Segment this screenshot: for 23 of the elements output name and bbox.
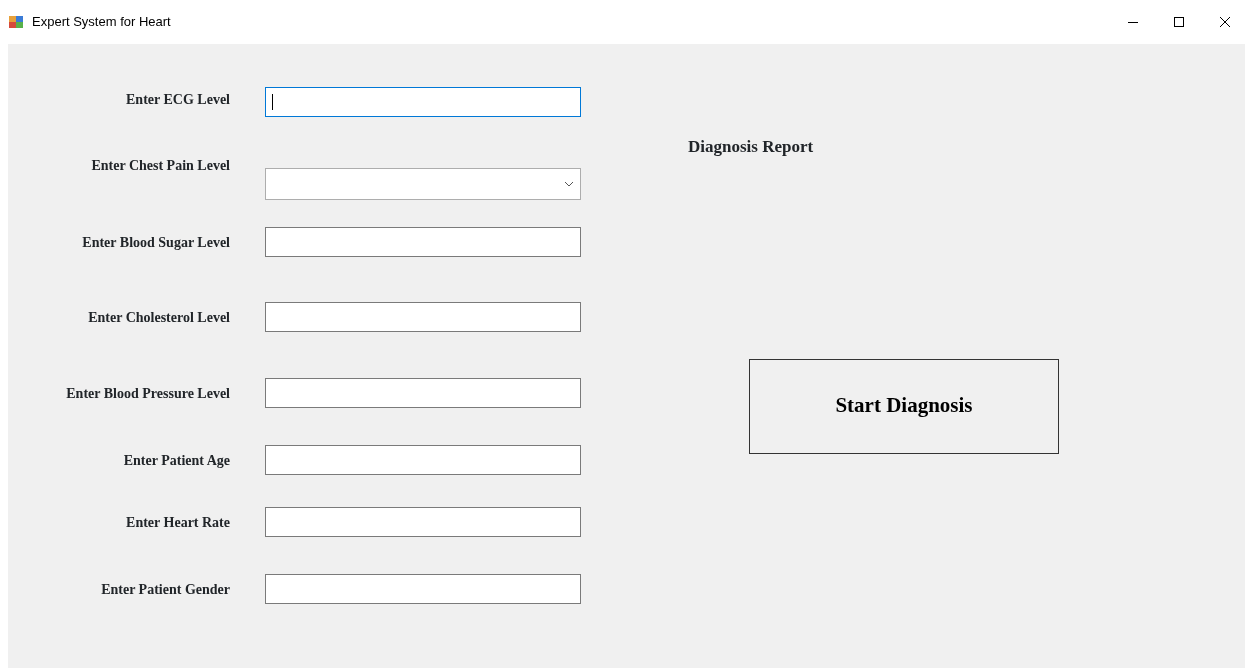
input-field[interactable] bbox=[265, 227, 581, 257]
start-diagnosis-button[interactable]: Start Diagnosis bbox=[749, 358, 1059, 454]
input-field[interactable] bbox=[265, 87, 581, 117]
report-heading: Diagnosis Report bbox=[688, 136, 815, 158]
field-label: Enter Cholesterol Level bbox=[87, 308, 230, 327]
close-icon bbox=[1219, 16, 1231, 28]
field-label: Enter Patient Gender bbox=[100, 580, 230, 599]
field-label: Enter Heart Rate bbox=[125, 513, 230, 532]
input-field[interactable] bbox=[265, 302, 581, 332]
field-label: Enter Blood Pressure Level bbox=[65, 384, 230, 403]
field-label: Enter Chest Pain Level bbox=[90, 157, 230, 175]
input-field[interactable] bbox=[265, 445, 581, 475]
input-field[interactable] bbox=[265, 574, 581, 604]
window-title: Expert System for Heart bbox=[32, 13, 171, 32]
chevron-down-icon bbox=[564, 181, 574, 187]
app-icon bbox=[8, 14, 24, 30]
maximize-icon bbox=[1173, 16, 1185, 28]
input-field[interactable] bbox=[265, 378, 581, 408]
field-label: Enter Patient Age bbox=[122, 451, 230, 470]
field-label: Enter ECG Level bbox=[125, 91, 230, 109]
dropdown-field[interactable] bbox=[265, 168, 581, 200]
input-field[interactable] bbox=[265, 507, 581, 537]
field-label: Enter Blood Sugar Level bbox=[81, 233, 230, 252]
